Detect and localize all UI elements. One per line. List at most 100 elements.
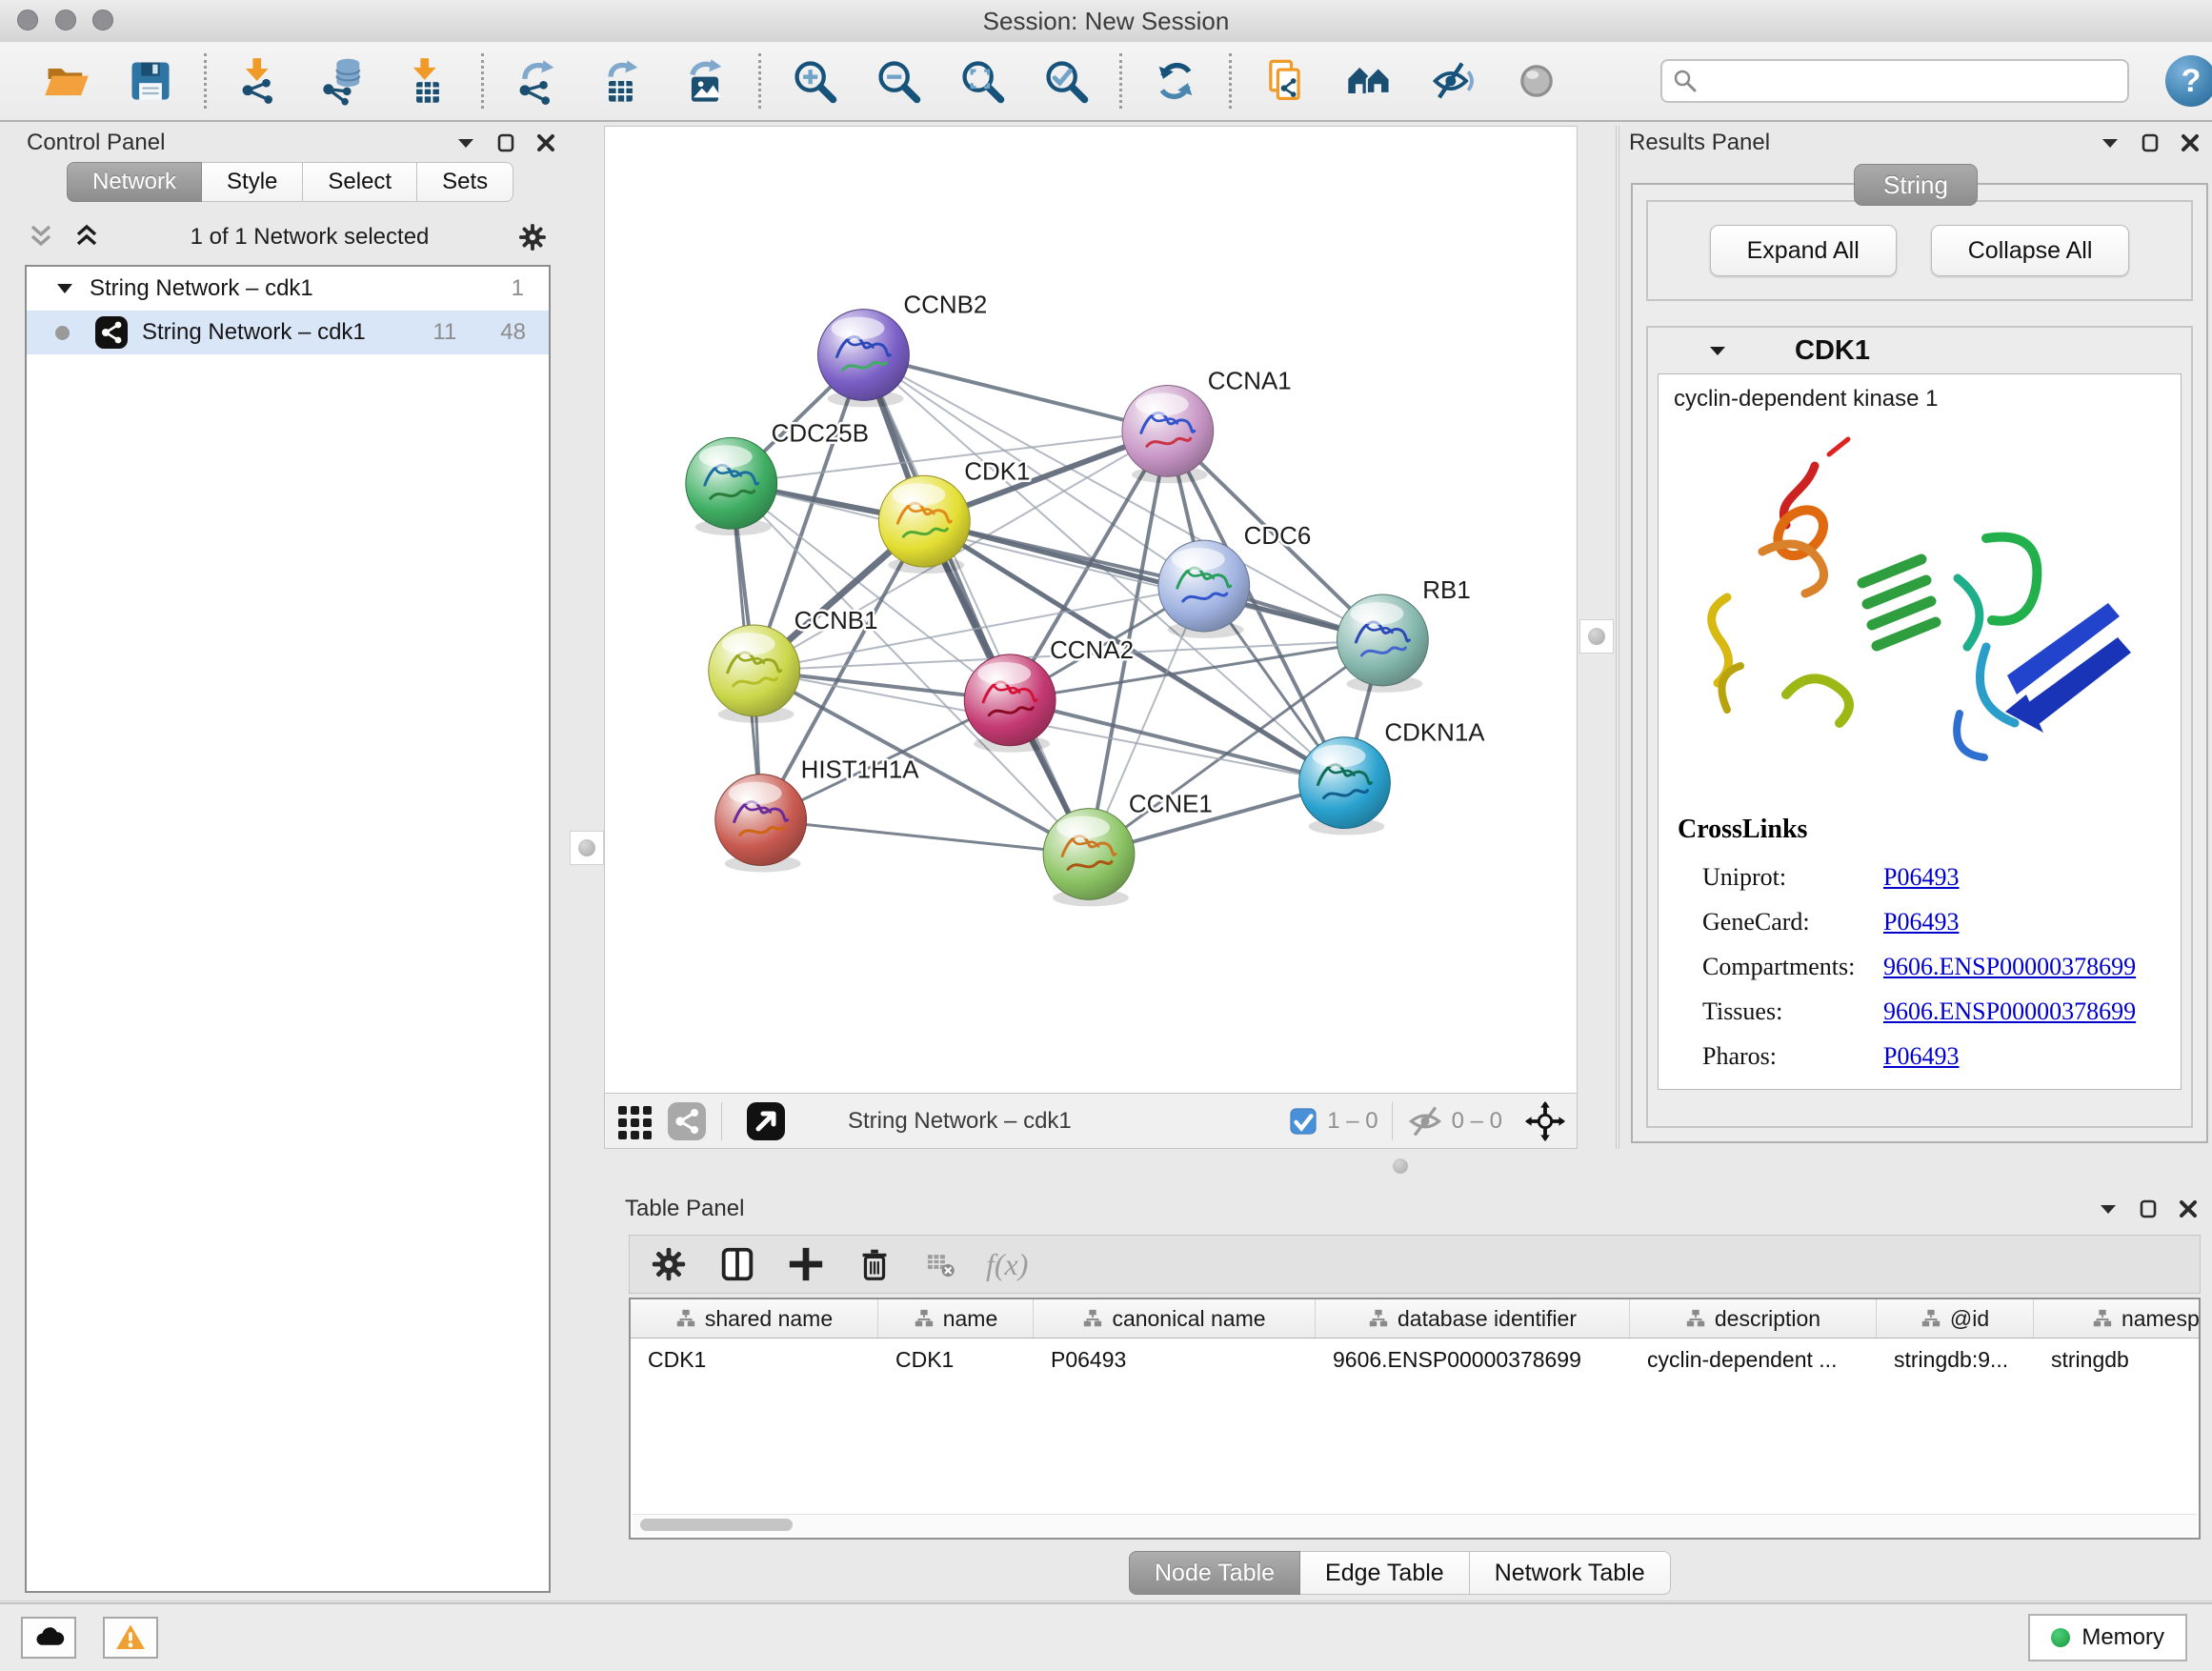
node-CDC6[interactable]: CDC6 bbox=[1158, 523, 1311, 638]
scrollbar-thumb[interactable] bbox=[640, 1519, 793, 1531]
network-collection-row[interactable]: String Network – cdk1 1 bbox=[27, 267, 549, 311]
zoom-in-button[interactable] bbox=[773, 50, 856, 112]
node-CCNA1[interactable]: CCNA1 bbox=[1122, 368, 1292, 483]
delete-column-trash-icon[interactable] bbox=[855, 1244, 895, 1284]
search-input[interactable] bbox=[1660, 59, 2129, 103]
float-panel-icon[interactable] bbox=[2140, 132, 2161, 153]
network-row-selected[interactable]: String Network – cdk1 11 48 bbox=[27, 311, 549, 354]
crosslink-link[interactable]: P06493 bbox=[1883, 1042, 1959, 1071]
crosslink-link[interactable]: P06493 bbox=[1883, 908, 1959, 936]
tab-string[interactable]: String bbox=[1854, 164, 1978, 206]
show-columns-icon[interactable] bbox=[717, 1244, 757, 1284]
control-panel: Control Panel NetworkStyleSelectSets 1 o… bbox=[10, 126, 564, 1593]
import-network-file-button[interactable] bbox=[218, 50, 302, 112]
fit-content-crosshair-icon[interactable] bbox=[1523, 1099, 1567, 1143]
save-floppy-icon bbox=[126, 56, 175, 106]
crosslink-label: Pharos: bbox=[1702, 1042, 1883, 1071]
warnings-button[interactable] bbox=[103, 1617, 158, 1659]
float-panel-icon[interactable] bbox=[495, 132, 516, 153]
crosslink-link[interactable]: P06493 bbox=[1883, 863, 1959, 892]
collapse-all-icon[interactable] bbox=[25, 221, 57, 253]
create-column-plus-icon[interactable] bbox=[786, 1244, 826, 1284]
node-label: CDK1 bbox=[964, 458, 1030, 485]
edge-CCNB2-CCNA1[interactable] bbox=[863, 355, 1167, 432]
column-header-namespac[interactable]: namespac bbox=[2034, 1299, 2201, 1338]
tree-expand-icon[interactable] bbox=[55, 279, 74, 298]
collapse-all-button[interactable]: Collapse All bbox=[1931, 225, 2130, 276]
horizontal-splitter-handle[interactable] bbox=[1393, 1158, 1408, 1174]
zoom-selected-button[interactable] bbox=[1024, 50, 1108, 112]
tab-network-table[interactable]: Network Table bbox=[1470, 1551, 1671, 1595]
column-header-description[interactable]: description bbox=[1630, 1299, 1877, 1338]
column-label: name bbox=[943, 1306, 998, 1332]
collapse-section-icon[interactable] bbox=[1707, 340, 1728, 361]
collapse-panel-icon[interactable] bbox=[2100, 132, 2121, 153]
network-view-canvas[interactable]: CCNB2CCNA1CDC25BCDK1CDC6RB1CCNB1CCNA2CDK… bbox=[604, 126, 1578, 1094]
export-image-button[interactable] bbox=[663, 50, 747, 112]
home-button[interactable] bbox=[1327, 50, 1411, 112]
help-button[interactable]: ? bbox=[2165, 55, 2212, 107]
open-in-new-icon[interactable] bbox=[745, 1100, 787, 1142]
table-row[interactable]: CDK1CDK1P064939606.ENSP00000378699cyclin… bbox=[631, 1339, 2199, 1380]
refresh-button[interactable] bbox=[1134, 50, 1217, 112]
function-builder-icon[interactable]: f(x) bbox=[986, 1247, 1028, 1282]
close-panel-icon[interactable] bbox=[2180, 132, 2201, 153]
tab-select[interactable]: Select bbox=[303, 162, 417, 202]
network-selection-status: 1 of 1 Network selected bbox=[103, 224, 516, 251]
column-header-name[interactable]: name bbox=[878, 1299, 1034, 1338]
tab-sets[interactable]: Sets bbox=[417, 162, 513, 202]
tab-node-table[interactable]: Node Table bbox=[1129, 1551, 1300, 1595]
export-table-button[interactable] bbox=[579, 50, 663, 112]
node-label: CCNB2 bbox=[903, 292, 987, 319]
selected-checkbox-icon[interactable] bbox=[1289, 1107, 1317, 1136]
crosslink-row: Compartments:9606.ENSP00000378699 bbox=[1659, 944, 2181, 989]
gear-icon[interactable] bbox=[516, 221, 549, 253]
crosslink-label: Uniprot: bbox=[1702, 863, 1883, 892]
open-session-button[interactable] bbox=[25, 50, 109, 112]
tab-style[interactable]: Style bbox=[202, 162, 303, 202]
crosslink-link[interactable]: 9606.ENSP00000378699 bbox=[1883, 997, 2136, 1026]
string-badge-icon[interactable] bbox=[666, 1100, 708, 1142]
cloud-button[interactable] bbox=[21, 1617, 76, 1659]
close-panel-icon[interactable] bbox=[2178, 1198, 2199, 1219]
import-network-database-button[interactable] bbox=[302, 50, 386, 112]
toolbar-separator bbox=[481, 53, 484, 109]
column-header-shared-name[interactable]: shared name bbox=[631, 1299, 878, 1338]
node-CDKN1A[interactable]: CDKN1A bbox=[1299, 720, 1486, 836]
clone-network-button[interactable] bbox=[1243, 50, 1327, 112]
zoom-fit-button[interactable] bbox=[940, 50, 1024, 112]
network-graph: CCNB2CCNA1CDC25BCDK1CDC6RB1CCNB1CCNA2CDK… bbox=[605, 127, 1577, 1093]
column-header-database-identifier[interactable]: database identifier bbox=[1316, 1299, 1630, 1338]
delete-table-icon[interactable] bbox=[923, 1247, 957, 1281]
memory-button[interactable]: Memory bbox=[2028, 1614, 2187, 1661]
node-RB1[interactable]: RB1 bbox=[1337, 577, 1470, 693]
import-table-button[interactable] bbox=[386, 50, 470, 112]
birds-eye-view-icon[interactable] bbox=[614, 1100, 656, 1142]
crosslink-link[interactable]: 9606.ENSP00000378699 bbox=[1883, 953, 2136, 981]
table-settings-gear-icon[interactable] bbox=[649, 1244, 689, 1284]
export-network-button[interactable] bbox=[495, 50, 579, 112]
column-header-canonical-name[interactable]: canonical name bbox=[1034, 1299, 1316, 1338]
open-folder-icon bbox=[42, 56, 91, 106]
table-tabs: Node TableEdge TableNetwork Table bbox=[1129, 1551, 1671, 1595]
close-panel-icon[interactable] bbox=[535, 132, 556, 153]
horizontal-scrollbar[interactable] bbox=[633, 1514, 2197, 1536]
float-panel-icon[interactable] bbox=[2138, 1198, 2159, 1219]
left-splitter-handle[interactable] bbox=[570, 831, 604, 865]
right-splitter-handle[interactable] bbox=[1579, 619, 1614, 654]
hide-graphics-details-button[interactable] bbox=[1411, 50, 1495, 112]
memory-status-icon bbox=[2051, 1628, 2070, 1647]
collapse-panel-icon[interactable] bbox=[455, 132, 476, 153]
expand-all-icon[interactable] bbox=[70, 221, 103, 253]
presentation-button[interactable] bbox=[1495, 50, 1579, 112]
edge-CDK1-RB1[interactable] bbox=[924, 521, 1382, 640]
collapse-panel-icon[interactable] bbox=[2098, 1198, 2119, 1219]
memory-label: Memory bbox=[2081, 1624, 2164, 1651]
column-header-@id[interactable]: @id bbox=[1877, 1299, 2034, 1338]
node-HIST1H1A[interactable]: HIST1H1A bbox=[715, 757, 919, 873]
zoom-out-button[interactable] bbox=[856, 50, 940, 112]
tab-network[interactable]: Network bbox=[67, 162, 202, 202]
save-session-button[interactable] bbox=[109, 50, 192, 112]
tab-edge-table[interactable]: Edge Table bbox=[1300, 1551, 1470, 1595]
expand-all-button[interactable]: Expand All bbox=[1710, 225, 1897, 276]
